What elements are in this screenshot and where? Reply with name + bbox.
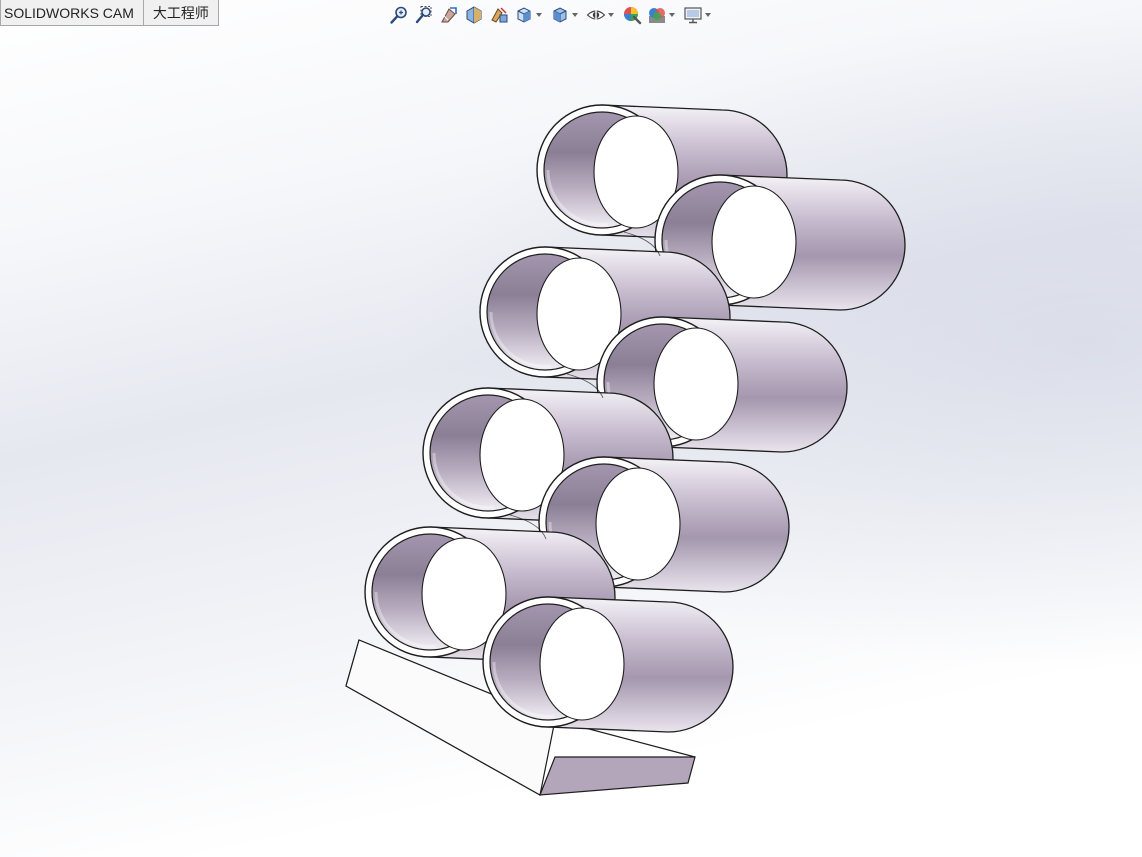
- edit-appearance-icon[interactable]: [621, 4, 643, 26]
- hide-show-items-icon[interactable]: [585, 4, 607, 26]
- view-selector-icon[interactable]: [488, 4, 510, 26]
- previous-view-icon[interactable]: [438, 4, 460, 26]
- view-orientation-dropdown-icon[interactable]: [535, 4, 542, 26]
- apply-scene-dropdown-icon[interactable]: [668, 4, 675, 26]
- heads-up-view-toolbar: [388, 4, 718, 26]
- tab-solidworks-cam[interactable]: SOLIDWORKS CAM: [0, 0, 144, 26]
- tab-da-gong-cheng-shi[interactable]: 大工程师: [143, 0, 219, 26]
- section-view-icon[interactable]: [463, 4, 485, 26]
- graphics-area[interactable]: SOLIDWORKS CAM 大工程师: [0, 0, 1142, 857]
- tube-8[interactable]: [482, 596, 734, 733]
- tubes: [364, 104, 906, 733]
- display-style-icon[interactable]: [549, 4, 571, 26]
- view-settings-icon[interactable]: [682, 4, 704, 26]
- display-style-dropdown-icon[interactable]: [571, 4, 578, 26]
- view-settings-dropdown-icon[interactable]: [704, 4, 711, 26]
- tube-rack-model[interactable]: [0, 0, 1142, 857]
- apply-scene-icon[interactable]: [646, 4, 668, 26]
- hide-show-dropdown-icon[interactable]: [607, 4, 614, 26]
- view-orientation-icon[interactable]: [513, 4, 535, 26]
- zoom-to-fit-icon[interactable]: [388, 4, 410, 26]
- command-manager-tabs: SOLIDWORKS CAM 大工程师: [0, 0, 219, 27]
- zoom-to-area-icon[interactable]: [413, 4, 435, 26]
